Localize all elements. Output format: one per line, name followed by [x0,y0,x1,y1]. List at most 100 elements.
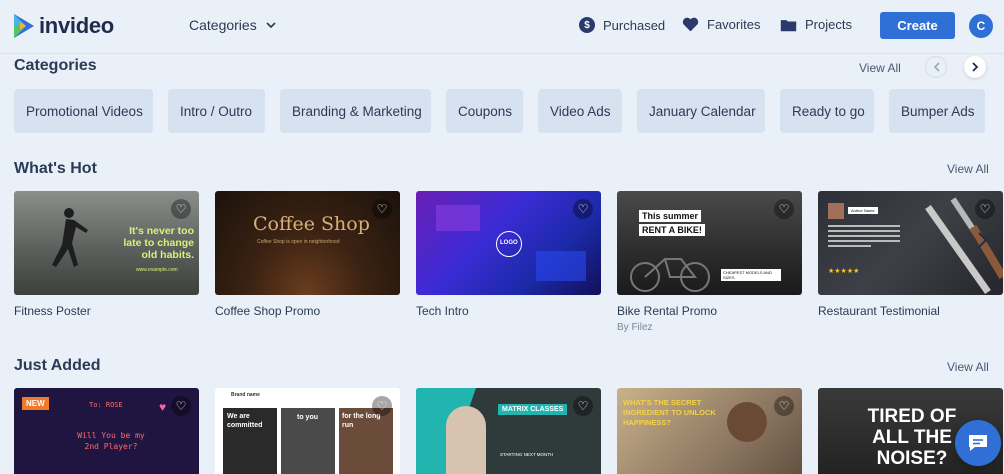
thumb-headline: NOISE? [876,448,948,469]
template-card[interactable]: NEW To: ROSE Will You be my 2nd Player? … [14,388,199,474]
thumb-logo-text: LOGO [500,240,518,246]
thumb-caption: Coffee Shop is open in neighborhood [257,239,340,245]
pink-heart-icon: ♥ [159,400,167,414]
template-card[interactable]: WHAT'S THE SECRET INGREDIENT TO UNLOCK H… [617,388,802,474]
thumb-brand-name: Brand name [231,392,260,398]
template-title: Restaurant Testimonial [818,304,940,318]
template-thumbnail: It's never too late to change old habits… [14,191,199,295]
template-card[interactable]: It's never too late to change old habits… [14,191,199,333]
new-badge: NEW [22,397,49,410]
thumb-headline: old habits. [141,249,195,261]
thumb-headline: This summer [639,210,702,222]
projects-link[interactable]: Projects [780,17,852,32]
invideo-logo[interactable]: invideo [14,13,114,39]
thumb-headline: MATRIX CLASSES [498,404,568,415]
thumb-headline: Coffee Shop [253,213,370,235]
thumb-headline: It's never too [129,225,194,237]
purchased-link[interactable]: $ Purchased [579,17,665,33]
template-title: Bike Rental Promo [617,304,718,318]
favorite-heart-icon[interactable]: ♡ [171,396,191,416]
thumb-headline: WHAT'S THE SECRET [623,398,702,407]
favorite-heart-icon[interactable]: ♡ [774,396,794,416]
favorite-heart-icon[interactable]: ♡ [171,199,191,219]
chat-support-button[interactable] [955,420,1001,466]
category-chip[interactable]: Ready to go [780,89,874,133]
whats-hot-row: It's never too late to change old habits… [14,191,1003,333]
favorite-heart-icon[interactable]: ♡ [372,199,392,219]
dollar-icon: $ [579,17,595,33]
favorites-label: Favorites [707,17,761,32]
template-card[interactable]: Author Name ★★★★★ ♡ Restaurant Testimoni… [818,191,1003,333]
thumb-caption: CHEAPEST MODELS AND SIZES [721,269,781,281]
thumb-author-name: Author Name [848,207,878,214]
just-added-title: Just Added [14,357,101,374]
template-card[interactable]: MATRIX CLASSES STARTING NEXT MONTH ♡ [416,388,601,474]
chat-bubble-icon [969,435,987,451]
thumb-headline: INGREDIENT TO UNLOCK [623,408,716,417]
chevron-left-icon [933,62,940,72]
top-header: invideo Categories $ Purchased Favorites… [0,0,1004,54]
category-chip[interactable]: Promotional Videos [14,89,153,133]
whats-hot-view-all[interactable]: View All [947,162,989,176]
thumb-caption: www.example.com [136,267,178,273]
chevron-right-icon [978,232,988,248]
chevron-down-icon [266,21,276,28]
just-added-view-all[interactable]: View All [947,360,989,374]
create-button[interactable]: Create [880,12,955,39]
thumb-headline: ALL THE [872,427,952,448]
category-chip[interactable]: Intro / Outro [168,89,265,133]
template-title: Tech Intro [416,304,469,318]
user-avatar[interactable]: C [969,14,993,38]
template-card[interactable]: This summer RENT A BIKE! CHEAPEST MODELS… [617,191,802,333]
categories-title: Categories [14,57,97,74]
favorite-heart-icon[interactable]: ♡ [975,199,995,219]
thumb-headline: committed [227,422,263,429]
thumb-headline: to you [297,414,318,421]
thumb-headline: Will You be my [77,431,145,440]
template-author[interactable]: By Filez [617,322,802,333]
categories-next-button[interactable] [964,56,986,78]
favorite-heart-icon[interactable]: ♡ [372,396,392,416]
categories-prev-button[interactable] [925,56,947,78]
thumb-headline: RENT A BIKE! [639,224,705,236]
categories-view-all[interactable]: View All [859,61,901,75]
chevron-right-icon [971,62,978,72]
template-thumbnail: This summer RENT A BIKE! CHEAPEST MODELS… [617,191,802,295]
heart-icon [682,17,699,32]
category-chip[interactable]: January Calendar [637,89,765,133]
categories-dropdown-label: Categories [189,17,257,33]
runner-silhouette-icon [52,208,88,267]
template-thumbnail: NEW To: ROSE Will You be my 2nd Player? … [14,388,199,474]
thumb-caption: To: ROSE [89,401,123,409]
category-chip[interactable]: Coupons [446,89,523,133]
category-chip[interactable]: Bumper Ads [889,89,985,133]
categories-dropdown[interactable]: Categories [189,17,276,33]
thumb-headline: late to change [123,237,194,249]
template-title: Coffee Shop Promo [215,304,321,318]
thumb-headline: HAPPINESS? [623,418,671,427]
bicycle-icon [630,258,710,292]
thumb-headline: 2nd Player? [84,442,138,451]
template-thumbnail: WHAT'S THE SECRET INGREDIENT TO UNLOCK H… [617,388,802,474]
thumb-headline: We are [227,413,250,420]
favorite-heart-icon[interactable]: ♡ [573,199,593,219]
whats-hot-next-icon[interactable] [978,232,988,253]
category-chip[interactable]: Branding & Marketing [280,89,431,133]
whats-hot-title: What's Hot [14,160,97,177]
folder-icon [780,19,797,31]
template-thumbnail: Author Name ★★★★★ ♡ [818,191,1003,295]
favorites-link[interactable]: Favorites [682,17,760,32]
favorite-heart-icon[interactable]: ♡ [573,396,593,416]
category-chip[interactable]: Video Ads [538,89,622,133]
template-card[interactable]: Brand name We are committed to you for t… [215,388,400,474]
favorite-heart-icon[interactable]: ♡ [774,199,794,219]
template-card[interactable]: LOGO ♡ Tech Intro [416,191,601,333]
rating-stars: ★★★★★ [828,268,860,275]
invideo-logo-icon [14,14,34,38]
template-card[interactable]: Coffee Shop Coffee Shop is open in neigh… [215,191,400,333]
template-thumbnail: Brand name We are committed to you for t… [215,388,400,474]
template-thumbnail: Coffee Shop Coffee Shop is open in neigh… [215,191,400,295]
template-thumbnail: LOGO ♡ [416,191,601,295]
template-title: Fitness Poster [14,304,91,318]
purchased-label: Purchased [603,17,666,33]
